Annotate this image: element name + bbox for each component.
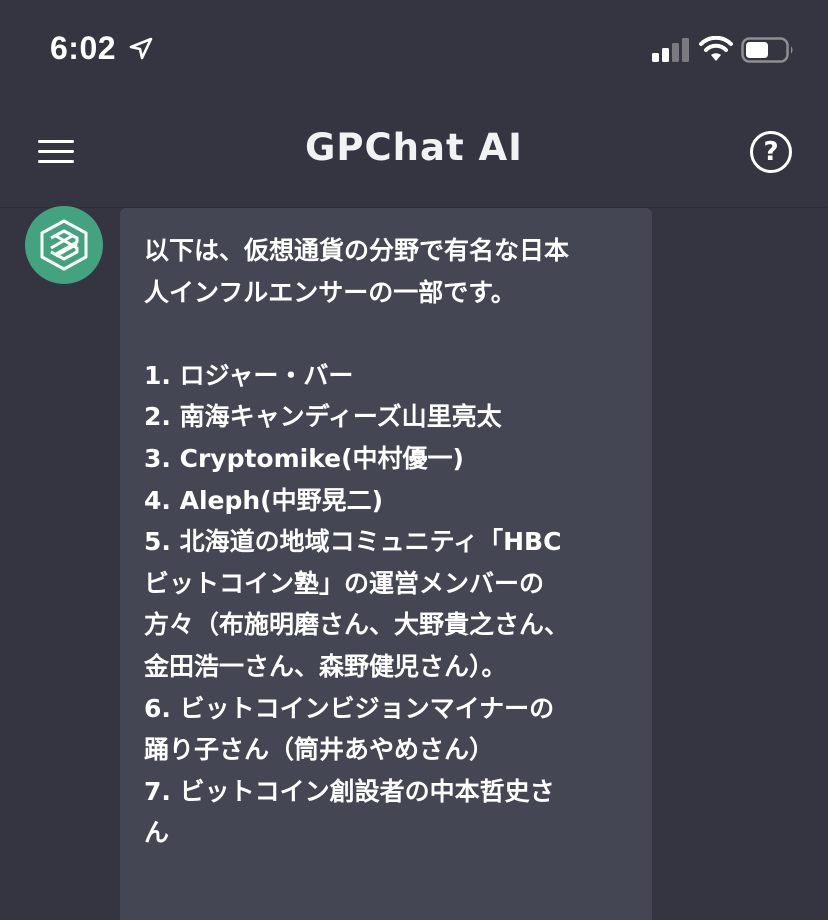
- app-title: GPChat AI: [305, 126, 523, 169]
- wifi-icon: [699, 36, 733, 61]
- message-line: 3. Cryptomike(中村優一): [144, 443, 464, 473]
- message-line: 2. 南海キャンディーズ山里亮太: [144, 402, 502, 432]
- message-line: ビットコイン塾」の運営メンバーの: [144, 568, 545, 598]
- message-line: 踊り子さん（筒井あやめさん）: [144, 735, 495, 765]
- message-line: 1. ロジャー・バー: [144, 360, 354, 390]
- message-line: 7. ビットコイン創設者の中本哲史さ: [144, 776, 555, 806]
- phone-screen: 6:02 GPChat AI ? 以下は、仮想通貨の分野で有名な日本 人インフル…: [0, 0, 828, 920]
- app-header: GPChat AI ?: [0, 100, 828, 208]
- message-line: 6. ビットコインビジョンマイナーの: [144, 693, 555, 723]
- message-line: 4. Aleph(中野晃二): [144, 485, 384, 515]
- message-line: 以下は、仮想通貨の分野で有名な日本: [144, 236, 570, 265]
- status-bar: 6:02: [0, 0, 828, 100]
- assistant-message-bubble: 以下は、仮想通貨の分野で有名な日本 人インフルエンサーの一部です。 1. ロジャ…: [120, 208, 652, 920]
- chatbot-avatar: [25, 206, 103, 284]
- cellular-signal-icon: [652, 38, 689, 62]
- message-line: 方々（布施明磨さん、大野貴之さん、: [144, 610, 570, 640]
- message-line: 金田浩一さん、森野健児さん）。: [144, 651, 507, 681]
- message-line: 人インフルエンサーの一部です。: [144, 277, 516, 307]
- chatbot-logo-icon: [40, 219, 88, 271]
- message-line: 5. 北海道の地域コミュニティ「HBC: [144, 527, 562, 557]
- battery-icon: [741, 37, 793, 63]
- status-time: 6:02: [50, 30, 117, 66]
- location-arrow-icon: [129, 37, 153, 60]
- message-line: [144, 313, 628, 355]
- help-circle-icon[interactable]: ?: [750, 131, 792, 173]
- message-line: ん: [144, 818, 170, 848]
